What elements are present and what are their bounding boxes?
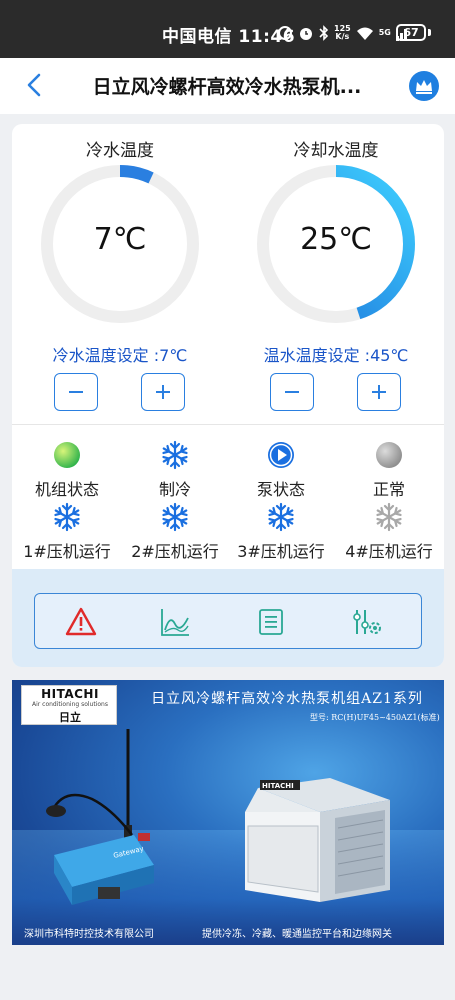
device-panel: 冷水温度 7℃ 冷水温度设定 :7℃ 冷却水温度 25℃ 温水温度设定 :45℃…	[12, 124, 444, 667]
hot-water-decrease-button[interactable]	[270, 373, 314, 411]
data-saver-icon	[278, 26, 292, 40]
snowflake-icon	[268, 502, 294, 532]
snowflake-gray-icon	[376, 502, 402, 532]
compressor-1-status: 1#压机运行	[12, 502, 122, 562]
chilled-water-temp-value: 7℃	[93, 222, 147, 257]
compressor-3-status: 3#压机运行	[226, 502, 336, 562]
product-banner[interactable]: HITACHI Air conditioning solutions 日立 日立…	[12, 680, 444, 945]
function-toolbar	[34, 593, 422, 649]
hot-water-increase-button[interactable]	[357, 373, 401, 411]
battery-icon: 67	[396, 24, 426, 41]
settings-sliders-icon[interactable]	[351, 606, 383, 638]
compressor-2-status: 2#压机运行	[120, 502, 230, 562]
gray-status-dot-icon	[376, 442, 402, 468]
cooling-water-temp-value: 25℃	[300, 222, 372, 257]
fault-status: 正常	[334, 440, 444, 500]
bluetooth-icon	[319, 25, 329, 41]
back-arrow-icon[interactable]	[22, 70, 50, 100]
pump-status: 泵状态	[226, 440, 336, 500]
chiller-unit-image: HITACHI	[245, 778, 390, 902]
toolbar-band	[12, 569, 444, 667]
crown-icon[interactable]	[409, 71, 439, 101]
unit-status: 机组状态	[12, 440, 122, 500]
unit-logo: HITACHI	[262, 782, 294, 790]
wifi-icon	[356, 27, 373, 40]
gateway-device-image: Gateway	[46, 729, 154, 905]
chilled-water-temp-title: 冷水温度	[86, 141, 154, 161]
signal-label: 5G	[378, 28, 391, 37]
app-header: 日立风冷螺杆高效冷水热泵机...	[0, 58, 455, 114]
green-status-dot-icon	[54, 442, 80, 468]
trend-chart-icon[interactable]	[159, 606, 191, 638]
carrier-time: 中国电信 11:46	[162, 27, 296, 47]
snowflake-icon	[54, 502, 80, 532]
divider	[12, 424, 444, 425]
net-speed: 125 K/s	[334, 24, 351, 41]
list-document-icon[interactable]	[255, 606, 287, 638]
banner-slogan: 提供冷冻、冷藏、暖通监控平台和边缘网关	[202, 929, 392, 940]
banner-model: 型号: RC(H)UF45~450AZ1(标准)	[310, 713, 440, 722]
company-name: 深圳市科特时控技术有限公司	[24, 929, 154, 940]
hitachi-logo: HITACHI Air conditioning solutions 日立	[21, 685, 117, 725]
page-title: 日立风冷螺杆高效冷水热泵机...	[92, 76, 362, 98]
banner-title: 日立风冷螺杆高效冷水热泵机组AZ1系列	[151, 691, 423, 707]
snowflake-icon	[162, 440, 188, 470]
chilled-water-decrease-button[interactable]	[54, 373, 98, 411]
chilled-water-setpoint: 冷水温度设定 :7℃	[52, 346, 188, 365]
snowflake-icon	[162, 502, 188, 532]
status-icons: 125 K/s 5G	[277, 22, 410, 44]
battery-tip	[428, 29, 431, 36]
status-bar: 中国电信 11:46 125 K/s 5G 67	[0, 0, 455, 58]
cooling-water-temp-title: 冷却水温度	[293, 141, 379, 161]
alarm-clock-icon	[300, 28, 312, 40]
cooling-mode: 制冷	[120, 440, 230, 500]
chilled-water-increase-button[interactable]	[141, 373, 185, 411]
hot-water-setpoint: 温水温度设定 :45℃	[263, 346, 409, 365]
play-circle-icon	[268, 442, 294, 468]
compressor-4-status: 4#压机运行	[334, 502, 444, 562]
alarm-warning-icon[interactable]	[65, 606, 97, 638]
